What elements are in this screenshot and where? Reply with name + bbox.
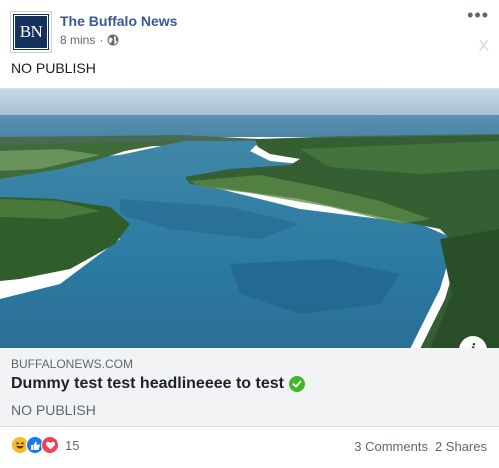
page-name-link[interactable]: The Buffalo News — [60, 13, 177, 29]
facebook-post: BN The Buffalo News 8 mins · ••• X NO PU… — [0, 0, 499, 468]
link-domain: BUFFALONEWS.COM — [11, 357, 134, 371]
post-text: NO PUBLISH — [11, 60, 96, 76]
link-preview-image[interactable] — [0, 88, 499, 348]
engagement-stats: 3 Comments 2 Shares — [354, 439, 487, 454]
reactions-summary[interactable]: 15 — [11, 436, 79, 454]
reaction-count: 15 — [65, 437, 80, 453]
post-meta: 8 mins · — [60, 33, 119, 47]
avatar-logo-text: BN — [14, 15, 48, 49]
link-preview-card[interactable]: BUFFALONEWS.COM Dummy test test headline… — [0, 348, 499, 427]
link-headline[interactable]: Dummy test test headlineeee to test — [11, 375, 305, 393]
love-icon — [41, 436, 59, 454]
globe-icon[interactable] — [107, 34, 119, 46]
page-avatar[interactable]: BN — [10, 11, 52, 53]
river-gorge-photo — [0, 89, 499, 348]
timestamp-link[interactable]: 8 mins — [60, 33, 95, 47]
shares-count-link[interactable]: 2 Shares — [435, 439, 487, 454]
headline-text: Dummy test test headlineeee to test — [11, 375, 284, 392]
link-description: NO PUBLISH — [11, 402, 96, 418]
comments-count-link[interactable]: 3 Comments — [354, 439, 428, 454]
meta-separator: · — [99, 33, 104, 47]
verified-check-icon — [288, 376, 305, 392]
more-options-icon[interactable]: ••• — [467, 6, 489, 24]
hide-post-button[interactable]: X — [478, 38, 489, 56]
